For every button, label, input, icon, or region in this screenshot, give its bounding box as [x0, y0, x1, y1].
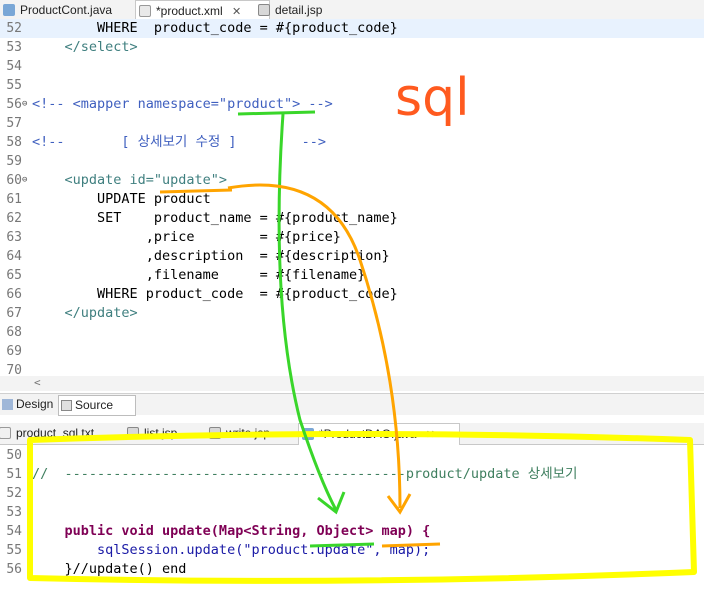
green-underline — [237, 110, 316, 116]
green-arrow-line — [277, 113, 338, 511]
green-underline — [309, 542, 375, 548]
orange-underline — [159, 188, 233, 194]
annotation-overlay: sql — [27, 68, 697, 584]
orange-underline — [381, 542, 441, 548]
yellow-highlight-box — [27, 431, 697, 584]
sql-annotation-text: sql — [395, 68, 470, 128]
